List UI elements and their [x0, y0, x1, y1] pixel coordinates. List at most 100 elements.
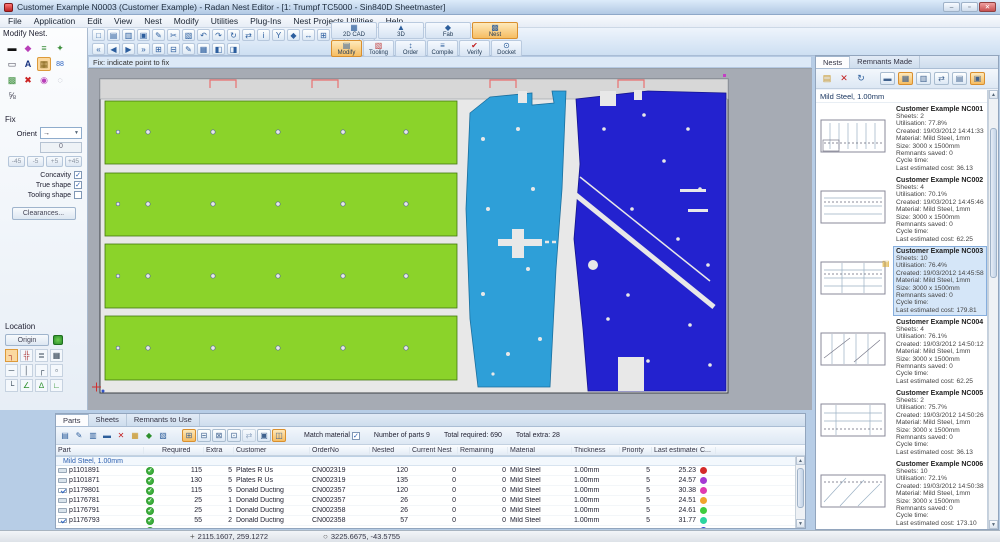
material-group-row[interactable]: Mild Steel, 1.00mm [56, 456, 795, 466]
info-icon[interactable]: i [257, 29, 270, 41]
col-part[interactable]: Part [56, 447, 144, 454]
split-horizontal-icon[interactable]: ◧ [212, 43, 225, 55]
load-parts-icon[interactable]: ◆ [143, 430, 155, 442]
table-row[interactable]: p1176781 ✓ 25 1 Donald Ducting CN002357 … [56, 496, 795, 506]
col-colour[interactable]: C... [698, 447, 716, 454]
col-priority[interactable]: Priority [620, 447, 652, 454]
workflow-verify-button[interactable]: ✔ Verify [459, 40, 490, 57]
snap-grid-icon[interactable]: ≣ [35, 349, 48, 362]
edit-grid-icon[interactable]: ✎ [182, 43, 195, 55]
col-required[interactable]: Required [160, 447, 204, 454]
menu-edit[interactable]: Edit [81, 16, 108, 26]
ghost-circle-tool-icon[interactable]: ◌ [53, 73, 67, 87]
col-extra[interactable]: Extra [204, 447, 234, 454]
tab-remnants-made[interactable]: Remnants Made [850, 56, 920, 68]
blue-part[interactable] [574, 91, 726, 391]
table-icon[interactable]: ⊞ [152, 43, 165, 55]
workflow-docket-button[interactable]: ⊙ Docket [491, 40, 522, 57]
grid-tool-icon[interactable]: ▩ [5, 73, 19, 87]
delete-tool-icon[interactable]: ✖ [21, 73, 35, 87]
snap-corner-icon[interactable]: ┐ [5, 349, 18, 362]
last-icon[interactable]: » [137, 43, 150, 55]
menu-utilities[interactable]: Utilities [205, 16, 244, 26]
scroll-down-icon[interactable]: ▼ [989, 520, 998, 529]
snap-intersection-icon[interactable]: ╬ [20, 349, 33, 362]
col-customer[interactable]: Customer [234, 447, 310, 454]
print-icon[interactable]: ▣ [137, 29, 150, 41]
renumber-nest-icon[interactable]: ↻ [854, 72, 868, 86]
list-tool-icon[interactable]: ≡ [37, 41, 51, 55]
orient-dropdown[interactable]: → ▼ [40, 127, 82, 139]
workflow-order-button[interactable]: ↕ Order [395, 40, 426, 57]
table-row[interactable]: p1101891 ✓ 115 5 Plates R Us CN002319 12… [56, 466, 795, 476]
grid-view-icon[interactable]: ▦ [197, 43, 210, 55]
cut-icon[interactable]: ✂ [167, 29, 180, 41]
rotate-plus5-button[interactable]: +5 [46, 156, 63, 167]
next-icon[interactable]: ▶ [122, 43, 135, 55]
nest-list-item[interactable]: Customer Example NC006 Sheets: 10 Utilis… [816, 458, 987, 529]
scroll-up-icon[interactable]: ▲ [989, 90, 998, 99]
view-full-icon[interactable]: ▣ [970, 72, 985, 85]
table-row[interactable]: ✓ [56, 526, 795, 528]
view-swap-icon[interactable]: ⇄ [934, 72, 949, 85]
snap-corner2-icon[interactable]: └ [5, 379, 18, 392]
nest-list-item[interactable]: Customer Example NC001 Sheets: 2 Utilisa… [816, 103, 987, 174]
grid-icon[interactable]: ⊞ [317, 29, 330, 41]
scroll-down-icon[interactable]: ▼ [796, 519, 805, 528]
flag-icon[interactable]: ◆ [287, 29, 300, 41]
add-part-icon[interactable]: ▤ [59, 430, 71, 442]
circle-tool-icon[interactable]: ◉ [37, 73, 51, 87]
workflow-tooling-button[interactable]: ▧ Tooling [363, 40, 394, 57]
ratio-tool-icon[interactable]: ⅝ [5, 89, 19, 103]
delete-nest-icon[interactable]: ✕ [837, 72, 851, 86]
view-rows-icon[interactable]: ⊟ [197, 429, 211, 442]
table-row[interactable]: p1179801 ✓ 115 5 Donald Ducting CN002357… [56, 486, 795, 496]
view-details-icon[interactable]: ▦ [898, 72, 913, 85]
split-vertical-icon[interactable]: ◨ [227, 43, 240, 55]
table-row[interactable]: p1176793 ✓ 55 2 Donald Ducting CN002358 … [56, 516, 795, 526]
tooling-shape-checkbox[interactable] [74, 191, 82, 199]
snap-angle-icon[interactable]: ∠ [20, 379, 33, 392]
import-part-icon[interactable]: ▥ [87, 430, 99, 442]
text-tool-icon[interactable]: A [21, 57, 35, 71]
new-icon[interactable]: □ [92, 29, 105, 41]
menu-file[interactable]: File [2, 16, 28, 26]
view-compact-icon[interactable]: ▬ [880, 72, 895, 85]
rotate-minus5-button[interactable]: -5 [27, 156, 44, 167]
first-icon[interactable]: « [92, 43, 105, 55]
export-parts-icon[interactable]: ▧ [157, 430, 169, 442]
view-sync-icon[interactable]: ⇄ [242, 429, 256, 442]
filter-icon[interactable]: Y [272, 29, 285, 41]
undo-icon[interactable]: ↶ [197, 29, 210, 41]
nest-list-item[interactable]: Customer Example NC004 Sheets: 4 Utilisa… [816, 316, 987, 387]
draw-icon[interactable]: ✎ [152, 29, 165, 41]
menu-modify[interactable]: Modify [168, 16, 205, 26]
col-current-nest[interactable]: Current Nest [410, 447, 458, 454]
open-nest-icon[interactable]: ▤ [820, 72, 834, 86]
save-icon[interactable]: ▥ [122, 29, 135, 41]
copy-icon[interactable]: ▧ [182, 29, 195, 41]
tab-remnants-to-use[interactable]: Remnants to Use [127, 414, 200, 426]
snap-vertical-icon[interactable]: │ [20, 364, 33, 377]
view-list-icon[interactable]: ▥ [916, 72, 931, 85]
box-tool-icon[interactable]: ▭ [5, 57, 19, 71]
col-remaining[interactable]: Remaining [458, 447, 508, 454]
table-row[interactable]: p1176791 ✓ 25 1 Donald Ducting CN002358 … [56, 506, 795, 516]
concavity-checkbox[interactable]: ✓ [74, 171, 82, 179]
menu-application[interactable]: Application [28, 16, 82, 26]
redo-icon[interactable]: ↷ [212, 29, 225, 41]
workflow-compile-button[interactable]: ≡ Compile [427, 40, 458, 57]
angle-input[interactable]: 0 [40, 142, 82, 153]
origin-button[interactable]: Origin [5, 334, 49, 346]
open-parts-icon[interactable]: ▦ [129, 430, 141, 442]
col-last-estimated[interactable]: Last estimated ... [652, 447, 698, 454]
nest-list-item[interactable]: Customer Example NC005 Sheets: 2 Utilisa… [816, 387, 987, 458]
sheet-tool-icon[interactable]: ▬ [5, 41, 19, 55]
col-material[interactable]: Material [508, 447, 572, 454]
maximize-button[interactable]: ▫ [961, 2, 978, 12]
copy-part-icon[interactable]: ▬ [101, 430, 113, 442]
clearances-button[interactable]: Clearances... [12, 207, 76, 220]
workflow-nest-button[interactable]: ▩ Nest [472, 22, 518, 39]
nest-list-item-selected[interactable]: ▤ Customer Example NC003 Sheets: 10 Util… [816, 245, 987, 316]
workflow-3d-button[interactable]: ▲ 3D [378, 22, 424, 39]
